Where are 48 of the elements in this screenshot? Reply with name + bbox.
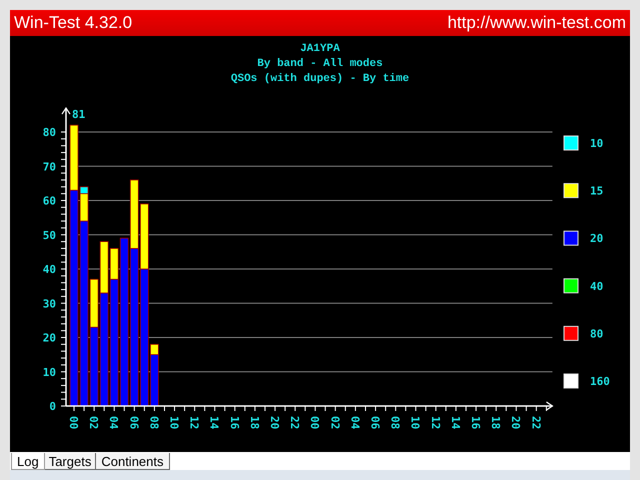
x-tick-label: 02 [87,416,100,430]
chart-title: By band - All modes [257,57,383,72]
chart-title: JA1YPA [300,42,340,57]
tab[interactable]: Continents [95,453,170,470]
chart-title: QSOs (with dupes) - By time [230,72,410,87]
y-tick-label: 60 [42,194,56,208]
x-tick-label: 12 [188,416,201,430]
y-tick-label: 70 [42,160,56,174]
x-tick-label: 00 [67,416,80,430]
x-tick-label: 06 [127,416,140,430]
x-tick-label: 18 [489,416,502,430]
tab[interactable]: Targets [42,453,98,470]
x-tick-label: 22 [288,416,302,430]
x-tick-label: 08 [147,416,160,430]
y-tick-label: 20 [42,332,56,344]
x-tick-label: 02 [328,416,342,430]
legend-label: 20 [590,232,604,246]
max-value-label: 81 [72,108,86,121]
x-tick-label: 14 [448,416,462,430]
x-tick-label: 10 [168,416,181,430]
legend-label: 15 [590,184,604,198]
x-tick-label: 04 [348,416,362,430]
x-tick-label: 20 [509,416,522,430]
y-tick-label: 50 [42,228,56,242]
legend-label: 160 [590,375,610,388]
x-tick-label: 06 [368,416,382,430]
x-tick-label: 04 [107,416,120,430]
x-tick-label: 12 [428,416,442,430]
x-tick-label: 16 [469,416,482,430]
y-tick-label: 30 [42,297,56,310]
x-tick-label: 08 [388,416,402,430]
x-tick-label: 20 [268,416,282,430]
website-url: http://www.win-test.com [447,13,626,33]
x-tick-label: 16 [228,416,241,430]
legend-label: 10 [590,137,604,150]
x-tick-label: 10 [408,416,422,430]
y-tick-label: 80 [42,126,56,139]
legend-label: 80 [590,327,604,340]
y-tick-label: 10 [42,366,56,379]
x-tick-label: 00 [308,416,322,430]
y-tick-label: 0 [49,400,56,413]
x-tick-label: 18 [248,416,261,430]
y-tick-label: 40 [42,263,56,276]
x-tick-label: 14 [208,416,221,430]
legend-label: 40 [590,280,604,293]
x-tick-label: 22 [529,416,542,430]
window-title: Win-Test 4.32.0 [14,13,132,33]
tab[interactable]: Log [11,453,45,470]
